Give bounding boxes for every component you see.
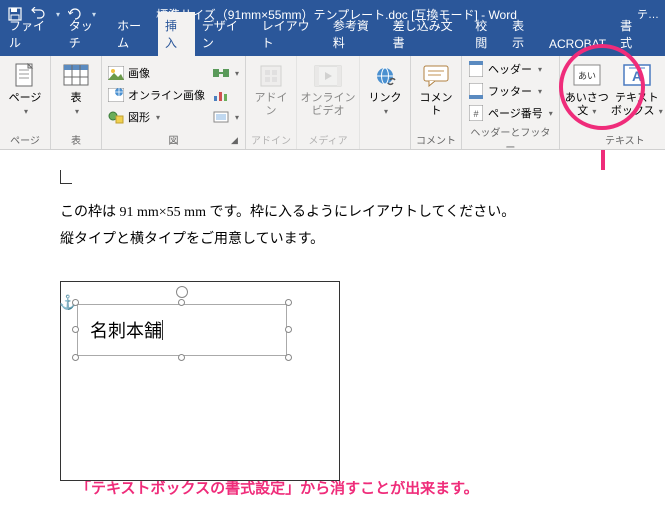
group-addins: アドイ ン アドイン: [246, 56, 297, 149]
anchor-icon[interactable]: ⚓: [59, 294, 76, 311]
group-label-illustrations: 図: [106, 131, 241, 147]
table-label: 表: [71, 92, 82, 104]
group-links: リンク▾: [360, 56, 411, 149]
tab-file[interactable]: ファイル: [2, 12, 62, 56]
tab-view[interactable]: 表示: [505, 12, 542, 56]
tab-mailings[interactable]: 差し込み文書: [386, 12, 469, 56]
page[interactable]: この枠は 91 mm×55 mm です。枠に入るようにレイアウトしてください。 …: [32, 170, 632, 481]
chart-button[interactable]: [211, 85, 241, 105]
card-frame[interactable]: ⚓ 名刺本舗: [60, 281, 340, 481]
video-icon: [314, 62, 342, 90]
group-media: オンライン ビデオ メディア: [297, 56, 360, 149]
links-label: リンク: [369, 92, 402, 104]
group-label-pages: ページ: [4, 131, 46, 147]
tab-design[interactable]: デザイン: [195, 12, 255, 56]
table-icon: [62, 62, 90, 90]
table-button[interactable]: 表▾: [55, 59, 97, 131]
greeting-label: あいさつ 文: [565, 92, 609, 117]
online-image-button[interactable]: オンライン画像: [106, 85, 207, 105]
image-button[interactable]: 画像: [106, 63, 207, 83]
group-illustrations: 画像 オンライン画像 図形▾ ▾ ▾ 図 ◢: [102, 56, 246, 149]
footer-icon: [468, 83, 484, 99]
greeting-button[interactable]: あい あいさつ 文 ▾: [564, 59, 610, 131]
image-icon: [108, 65, 124, 81]
ribbon-tabs: ファイル タッチ ホーム 挿入 デザイン レイアウト 参考資料 差し込み文書 校…: [0, 28, 665, 56]
paragraph-mark: [60, 170, 72, 184]
online-image-icon: [108, 87, 124, 103]
group-comments: コメント コメント: [411, 56, 462, 149]
text-cursor: [162, 320, 163, 340]
group-label-comments: コメント: [415, 131, 457, 147]
group-headerfooter: ヘッダー▾ フッター▾ #ページ番号▾ ヘッダーとフッター: [462, 56, 560, 149]
shapes-button[interactable]: 図形▾: [106, 107, 207, 127]
group-label-links: [364, 135, 406, 147]
tab-layout[interactable]: レイアウト: [255, 12, 326, 56]
page-number-icon: #: [468, 105, 484, 121]
illustrations-launcher[interactable]: ◢: [231, 135, 243, 147]
footer-button[interactable]: フッター▾: [466, 81, 555, 101]
footer-label: フッター: [488, 83, 532, 99]
group-tables: 表▾ 表: [51, 56, 102, 149]
tab-format[interactable]: 書式: [613, 12, 663, 56]
screenshot-icon: [213, 109, 229, 125]
video-label: オンライン ビデオ: [301, 92, 356, 118]
comment-label: コメント: [415, 92, 457, 118]
group-label-text: テキスト: [564, 131, 665, 147]
textbox-button[interactable]: A テキスト ボックス ▾: [614, 59, 660, 131]
group-text: あい あいさつ 文 ▾ A テキスト ボックス ▾ A A テキスト: [560, 56, 665, 149]
addins-button[interactable]: アドイ ン: [250, 59, 292, 131]
tab-acrobat[interactable]: ACROBAT: [542, 32, 613, 56]
svg-text:あい: あい: [578, 71, 596, 81]
chart-icon: [213, 87, 229, 103]
header-label: ヘッダー: [488, 61, 532, 77]
rotate-handle[interactable]: [176, 286, 188, 298]
greeting-icon: あい: [573, 62, 601, 90]
page-number-label: ページ番号: [488, 105, 543, 121]
image-label: 画像: [128, 65, 150, 81]
pages-button[interactable]: ページ▾: [4, 59, 46, 131]
smartart-icon: [213, 65, 229, 81]
header-button[interactable]: ヘッダー▾: [466, 59, 555, 79]
group-label-tables: 表: [55, 131, 97, 147]
tab-touch[interactable]: タッチ: [62, 12, 110, 56]
comment-icon: [422, 62, 450, 90]
pages-label: ページ: [9, 92, 42, 104]
group-pages: ページ▾ ページ: [0, 56, 51, 149]
comment-button[interactable]: コメント: [415, 59, 457, 131]
textbox-label: テキスト ボックス: [611, 92, 659, 117]
tab-references[interactable]: 参考資料: [326, 12, 386, 56]
group-label-media: メディア: [301, 131, 355, 147]
textbox-icon: A: [623, 62, 651, 90]
tab-insert[interactable]: 挿入: [158, 12, 195, 56]
smartart-button[interactable]: ▾: [211, 63, 241, 83]
textbox[interactable]: 名刺本舗: [77, 304, 287, 356]
shapes-icon: [108, 109, 124, 125]
online-image-label: オンライン画像: [128, 87, 205, 103]
addins-label: アドイ ン: [255, 92, 288, 118]
tab-review[interactable]: 校閲: [468, 12, 505, 56]
document-area: テキストボックスを使うと 好きな場所に移動しやすく、 レイアウト調整が楽です。 …: [0, 150, 665, 530]
svg-text:#: #: [474, 109, 479, 119]
header-icon: [468, 61, 484, 77]
tab-home[interactable]: ホーム: [110, 12, 158, 56]
screenshot-button[interactable]: ▾: [211, 107, 241, 127]
online-video-button[interactable]: オンライン ビデオ: [301, 59, 355, 131]
textbox-content: 名刺本舗: [90, 317, 162, 343]
ribbon: ページ▾ ページ 表▾ 表 画像 オンライン画像 図形▾ ▾ ▾ 図: [0, 56, 665, 150]
page-number-button[interactable]: #ページ番号▾: [466, 103, 555, 123]
svg-text:A: A: [632, 68, 642, 84]
group-label-addins: アドイン: [250, 131, 292, 147]
textbox-selected[interactable]: ⚓ 名刺本舗: [77, 304, 287, 356]
addins-icon: [257, 62, 285, 90]
link-icon: [371, 62, 399, 90]
shapes-label: 図形: [128, 109, 150, 125]
links-button[interactable]: リンク▾: [364, 59, 406, 135]
page-icon: [11, 62, 39, 90]
document-text[interactable]: この枠は 91 mm×55 mm です。枠に入るようにレイアウトしてください。 …: [60, 200, 632, 253]
